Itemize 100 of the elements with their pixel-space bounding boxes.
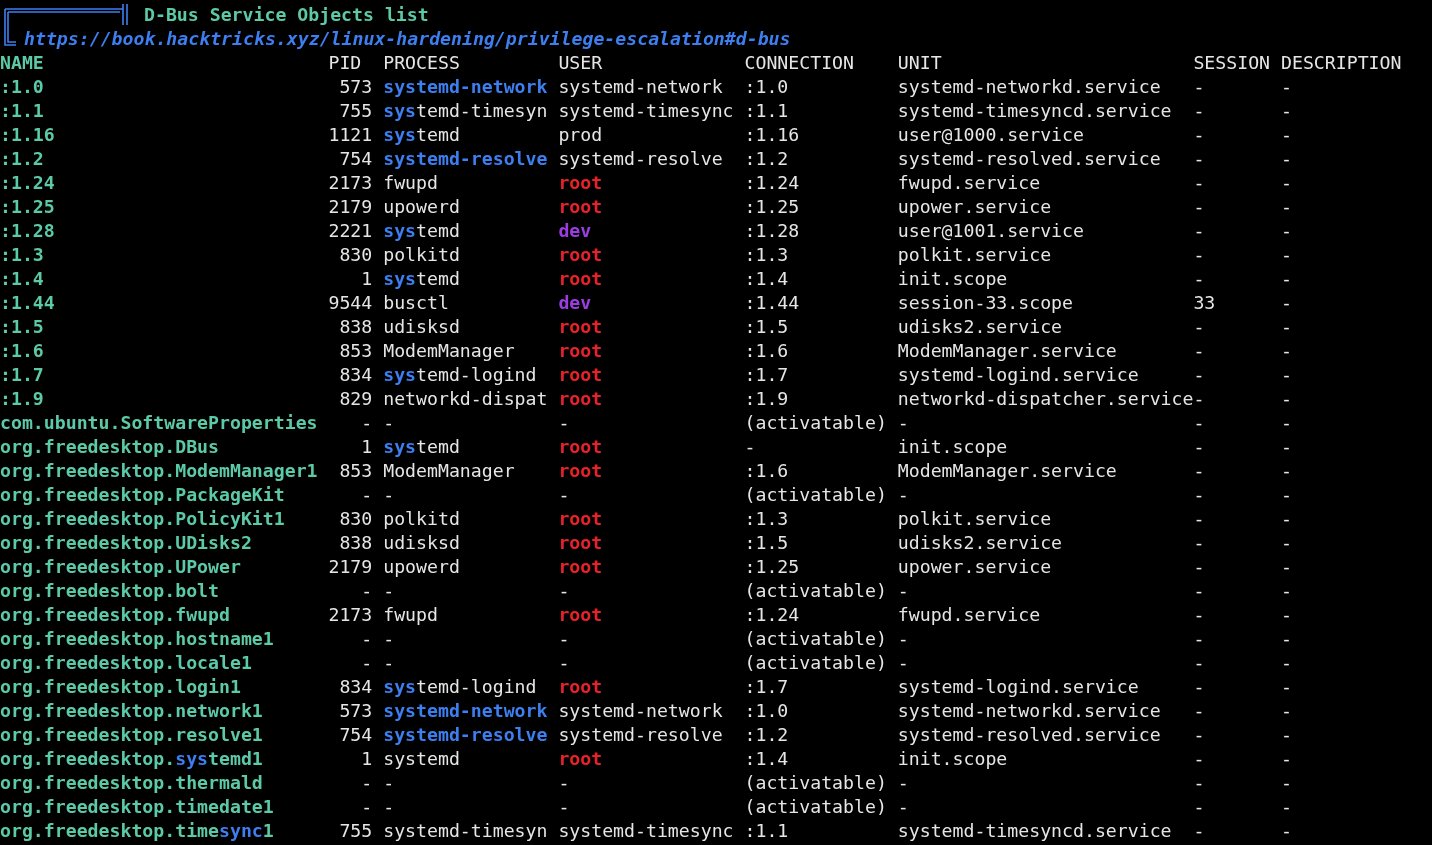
table-cell: (activatable) bbox=[744, 795, 887, 819]
table-cell: - bbox=[897, 483, 909, 507]
table-cell: - bbox=[383, 795, 395, 819]
link[interactable]: https://book.hacktricks.xyz/linux-hardening/privilege-escalation#d-bus bbox=[24, 28, 791, 49]
table-cell: - bbox=[1193, 819, 1205, 843]
table-cell: fwupd.service bbox=[897, 603, 1041, 627]
column-header: PROCESS bbox=[383, 51, 460, 75]
table-cell: 754 bbox=[339, 723, 373, 747]
table-cell: - bbox=[558, 483, 570, 507]
table-cell: - bbox=[1281, 435, 1292, 459]
table-cell: 1 bbox=[361, 747, 373, 771]
table-cell: upower.service bbox=[897, 555, 1052, 579]
table-cell: - bbox=[1193, 483, 1205, 507]
table-cell: :1.24 bbox=[744, 603, 800, 627]
table-cell: 1 bbox=[361, 267, 373, 291]
table-cell: - bbox=[1281, 555, 1292, 579]
table-cell: ModemManager bbox=[383, 459, 515, 483]
table-cell: (activatable) bbox=[744, 483, 887, 507]
table-cell: root bbox=[558, 267, 603, 291]
table-cell: fwupd.service bbox=[897, 171, 1041, 195]
table-cell: - bbox=[361, 771, 373, 795]
table-cell: - bbox=[1193, 459, 1205, 483]
table-cell: polkitd bbox=[383, 243, 460, 267]
table-cell: - bbox=[1281, 507, 1292, 531]
table-cell: 829 bbox=[339, 387, 373, 411]
table-cell: root bbox=[558, 747, 603, 771]
table-cell: - bbox=[897, 795, 909, 819]
table-cell: 2173 bbox=[328, 603, 373, 627]
table-cell: - bbox=[1281, 387, 1292, 411]
table-cell: - bbox=[1193, 147, 1205, 171]
table-cell: 9544 bbox=[328, 291, 373, 315]
table-cell: :1.1 bbox=[744, 819, 789, 843]
table-cell: ModemManager.service bbox=[897, 339, 1117, 363]
table-cell: 2221 bbox=[328, 219, 373, 243]
table-cell: - bbox=[897, 651, 909, 675]
table-cell: :1.0 bbox=[0, 75, 44, 99]
table-cell: :1.24 bbox=[744, 171, 800, 195]
table-cell: org.freedesktop.resolve1 bbox=[0, 723, 263, 747]
table-cell: - bbox=[361, 411, 373, 435]
table-cell: systemd-resolve bbox=[558, 147, 723, 171]
table-cell: - bbox=[1281, 339, 1292, 363]
table-cell: - bbox=[1281, 723, 1292, 747]
table-cell: 573 bbox=[339, 699, 373, 723]
table-cell: systemd bbox=[383, 123, 460, 147]
table-cell: - bbox=[1281, 267, 1292, 291]
table-cell: polkit.service bbox=[897, 243, 1052, 267]
table-cell: systemd-network bbox=[383, 75, 548, 99]
table-cell: systemd-logind bbox=[383, 363, 537, 387]
table-cell: systemd-network bbox=[383, 699, 548, 723]
table-cell: :1.44 bbox=[0, 291, 55, 315]
table-cell: (activatable) bbox=[744, 579, 887, 603]
table-cell: busctl bbox=[383, 291, 449, 315]
table-cell: org.freedesktop.timesync1 bbox=[0, 819, 274, 843]
table-cell: org.freedesktop.UPower bbox=[0, 555, 241, 579]
table-cell: upowerd bbox=[383, 555, 460, 579]
table-cell: :1.1 bbox=[744, 99, 789, 123]
table-cell: systemd-timesyn bbox=[383, 819, 548, 843]
table-cell: org.freedesktop.ModemManager1 bbox=[0, 459, 318, 483]
table-cell: - bbox=[1281, 795, 1292, 819]
table-cell: org.freedesktop.PackageKit bbox=[0, 483, 285, 507]
table-cell: - bbox=[1281, 627, 1292, 651]
table-cell: - bbox=[1193, 219, 1205, 243]
table-cell: :1.2 bbox=[744, 723, 789, 747]
column-header: CONNECTION bbox=[744, 51, 854, 75]
table-cell: org.freedesktop.locale1 bbox=[0, 651, 252, 675]
column-header: PID bbox=[328, 51, 362, 75]
table-cell: 834 bbox=[339, 363, 373, 387]
table-cell: - bbox=[1193, 627, 1205, 651]
table-cell: org.freedesktop.systemd1 bbox=[0, 747, 263, 771]
table-cell: root bbox=[558, 363, 603, 387]
table-cell: systemd-network bbox=[558, 75, 723, 99]
table-cell: systemd-timesyncd.service bbox=[897, 819, 1172, 843]
column-header: DESCRIPTION bbox=[1281, 51, 1402, 75]
table-cell: 573 bbox=[339, 75, 373, 99]
table-cell: - bbox=[1281, 483, 1292, 507]
table-cell: - bbox=[1281, 171, 1292, 195]
table-cell: - bbox=[897, 579, 909, 603]
table-cell: 2173 bbox=[328, 171, 373, 195]
table-cell: fwupd bbox=[383, 603, 438, 627]
table-cell: :1.5 bbox=[744, 315, 789, 339]
table-cell: networkd-dispatcher.service bbox=[897, 387, 1194, 411]
table-cell: :1.9 bbox=[0, 387, 44, 411]
table-cell: org.freedesktop.hostname1 bbox=[0, 627, 274, 651]
table-cell: - bbox=[1193, 243, 1205, 267]
table-cell: - bbox=[1193, 795, 1205, 819]
table-cell: systemd-networkd.service bbox=[897, 699, 1161, 723]
table-cell: - bbox=[1193, 435, 1205, 459]
table-cell: fwupd bbox=[383, 171, 438, 195]
table-cell: (activatable) bbox=[744, 627, 887, 651]
table-cell: upowerd bbox=[383, 195, 460, 219]
table-cell: systemd-resolved.service bbox=[897, 147, 1161, 171]
table-cell: 830 bbox=[339, 507, 373, 531]
table-cell: - bbox=[558, 651, 570, 675]
table-cell: :1.5 bbox=[744, 531, 789, 555]
table-cell: (activatable) bbox=[744, 771, 887, 795]
table-cell: 834 bbox=[339, 675, 373, 699]
column-header: USER bbox=[558, 51, 603, 75]
table-cell: init.scope bbox=[897, 747, 1008, 771]
table-cell: - bbox=[558, 795, 570, 819]
table-cell: - bbox=[383, 483, 395, 507]
